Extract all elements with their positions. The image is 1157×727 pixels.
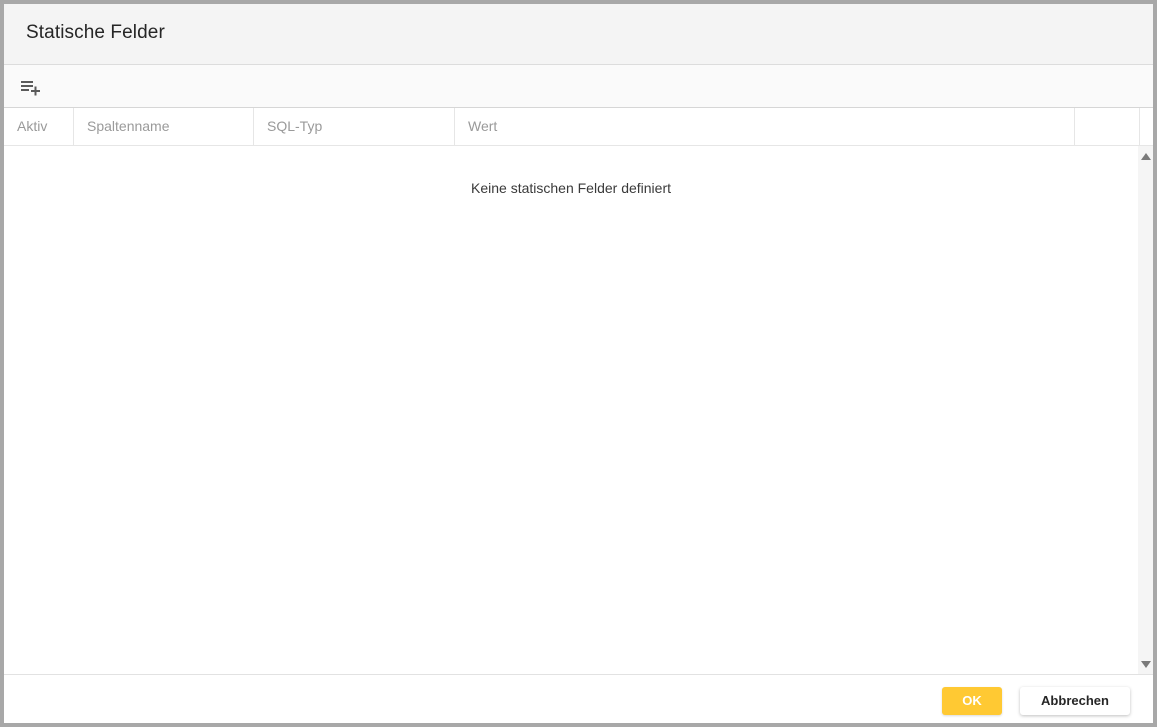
cancel-button[interactable]: Abbrechen: [1020, 687, 1130, 715]
column-header-sql-typ[interactable]: SQL-Typ: [254, 108, 454, 145]
static-fields-dialog: Statische Felder Aktiv Spaltenname SQL-T…: [4, 4, 1153, 723]
add-row-button[interactable]: [17, 73, 43, 99]
column-header-label: Spaltenname: [87, 118, 170, 134]
column-header-label: [1075, 118, 1088, 134]
scroll-up-arrow-icon[interactable]: [1141, 153, 1151, 160]
empty-state-message: Keine statischen Felder definiert: [471, 180, 671, 196]
column-header-label: SQL-Typ: [267, 118, 323, 134]
scroll-down-arrow-icon[interactable]: [1141, 661, 1151, 668]
table-header: Aktiv Spaltenname SQL-Typ Wert: [4, 108, 1153, 146]
toolbar: [4, 65, 1153, 108]
playlist-add-icon: [21, 81, 40, 96]
column-header-wert[interactable]: Wert: [454, 108, 1075, 145]
column-header-spaltenname[interactable]: Spaltenname: [74, 108, 254, 145]
table-body: Keine statischen Felder definiert: [4, 146, 1153, 674]
column-header-actions: [1075, 108, 1140, 145]
column-header-label: Wert: [468, 118, 498, 134]
vertical-scrollbar[interactable]: [1138, 146, 1153, 674]
dialog-footer: OK Abbrechen: [4, 674, 1153, 723]
column-header-aktiv[interactable]: Aktiv: [4, 108, 74, 145]
dialog-title: Statische Felder: [26, 22, 165, 43]
column-header-label: Aktiv: [17, 118, 48, 134]
dialog-title-bar: Statische Felder: [4, 4, 1153, 65]
ok-button[interactable]: OK: [942, 687, 1002, 715]
